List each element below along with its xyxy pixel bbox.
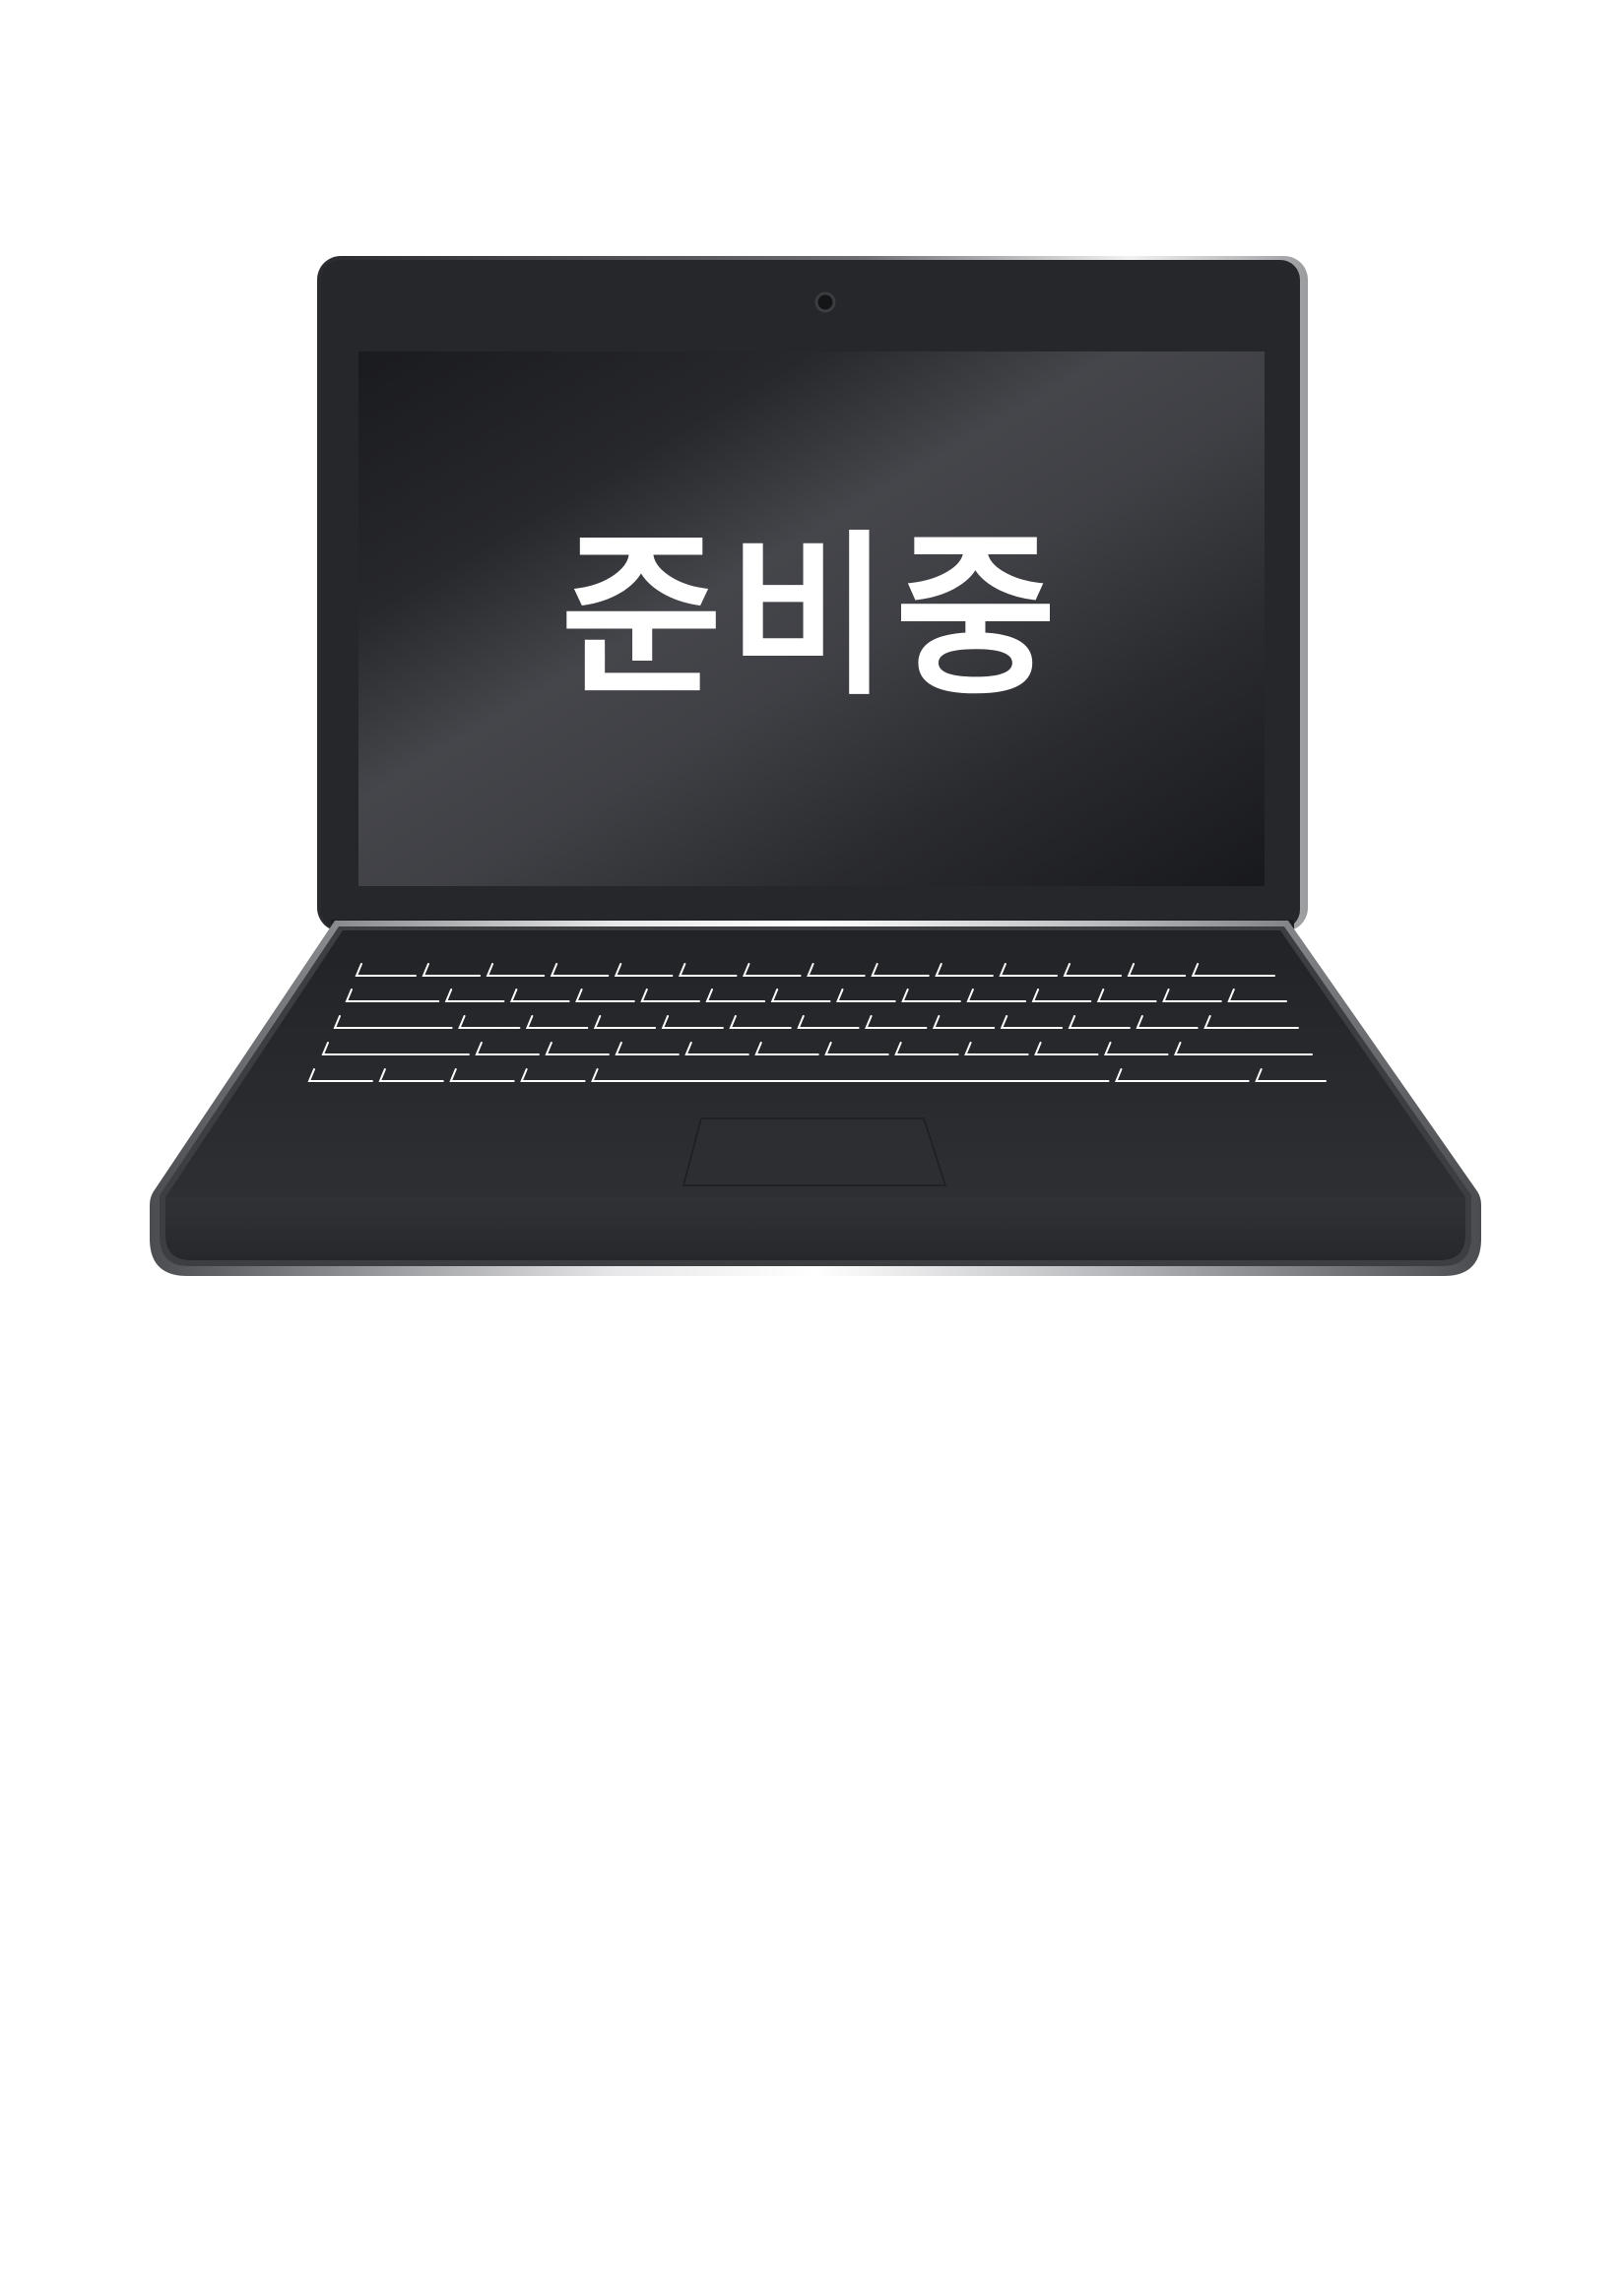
- webcam-icon: [814, 291, 836, 313]
- laptop-base: [150, 921, 1481, 1276]
- laptop-graphic: [150, 256, 1481, 1276]
- base-front: [165, 1197, 1465, 1260]
- laptop-illustration: 준비중: [0, 0, 1623, 2292]
- trackpad: [682, 1117, 947, 1186]
- screen: [358, 351, 1265, 886]
- laptop-lid: [317, 256, 1308, 931]
